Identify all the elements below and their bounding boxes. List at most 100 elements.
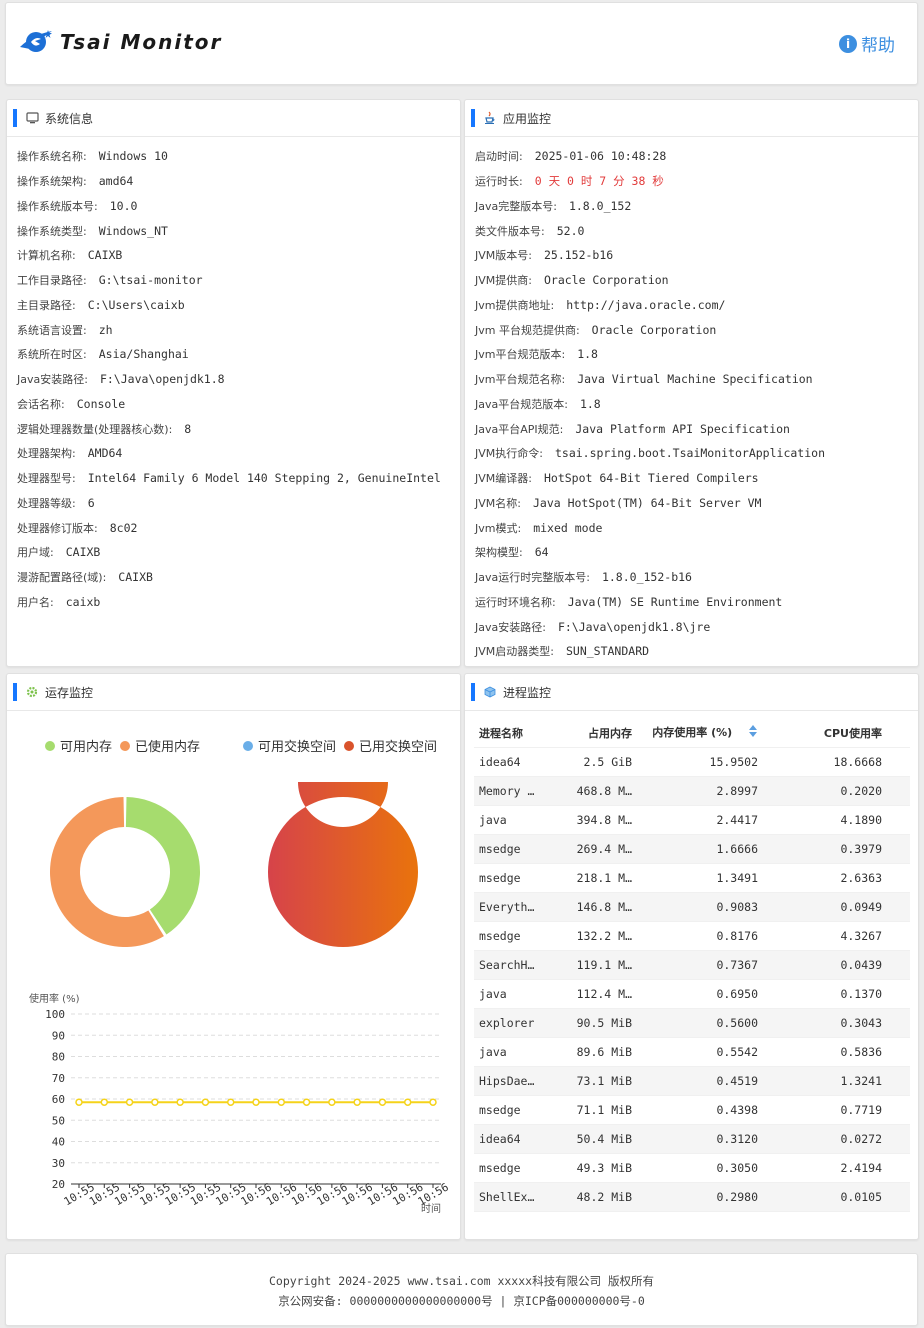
usage-line-chart[interactable]: 使用率 (%)203040506070809010010:5510:5510:5… [13, 986, 453, 1226]
info-value: F:\Java\openjdk1.8\jre [557, 619, 711, 634]
memory-cell: 146.8 M… [576, 900, 632, 914]
column-header-label: 内存使用率 (%) [652, 725, 733, 739]
info-label: 处理器型号: [17, 472, 76, 486]
info-icon: i [839, 34, 857, 53]
table-row[interactable]: SearchH… 119.1 M… 0.7367 0.0439 [474, 951, 910, 980]
help-link[interactable]: i 帮助 [839, 31, 895, 56]
info-row: 运行时长: 0 天 0 时 7 分 38 秒 [475, 169, 912, 194]
usage-point [328, 1098, 336, 1106]
info-row: 操作系统版本号: 10.0 [17, 194, 454, 219]
table-row[interactable]: msedge 71.1 MiB 0.4398 0.7719 [474, 1096, 910, 1125]
info-value: CAIXB [118, 570, 153, 585]
table-row[interactable]: explorer 90.5 MiB 0.5600 0.3043 [474, 1009, 910, 1038]
legend-label: 可用内存 [60, 740, 113, 755]
legend-item-used-swap[interactable]: 已用交换空间 [344, 736, 437, 755]
panel-title: 系统信息 [45, 111, 94, 126]
donut-slice-可用内存[interactable] [125, 797, 200, 935]
info-label: 会话名称: [17, 397, 65, 411]
legend-item-available-memory[interactable]: 可用内存 [45, 736, 112, 755]
panel-header: 进程监控 [465, 674, 918, 711]
table-row[interactable]: idea64 2.5 GiB 15.9502 18.6668 [474, 748, 910, 777]
info-value: 8c02 [109, 520, 138, 535]
info-label: 逻辑处理器数量(处理器核心数): [17, 422, 173, 436]
info-row: 操作系统架构: amd64 [17, 169, 454, 194]
usage-point [302, 1098, 311, 1106]
info-row: 处理器架构: AMD64 [17, 441, 454, 466]
info-row: 操作系统名称: Windows 10 [17, 144, 454, 169]
memory-rate-cell: 0.4519 [716, 1074, 758, 1088]
donut-slice-已用交换空间[interactable] [268, 782, 418, 947]
process-table-body[interactable]: idea64 2.5 GiB 15.9502 18.6668 Memory … 468.8… [474, 748, 910, 1213]
table-row[interactable]: msedge 132.2 M… 0.8176 4.3267 [474, 922, 910, 951]
info-row: 类文件版本号: 52.0 [475, 218, 912, 243]
memory-donut-chart[interactable] [35, 782, 215, 962]
table-row[interactable]: msedge 218.1 M… 1.3491 2.6363 [474, 864, 910, 893]
table-row[interactable]: Everyth… 146.8 M… 0.9083 0.0949 [474, 893, 910, 922]
y-tick-label: 70 [52, 1072, 65, 1085]
y-tick-label: 90 [52, 1029, 65, 1042]
info-value: Java(TM) SE Runtime Environment [567, 594, 783, 609]
table-row[interactable]: dwm44.2 MiB0.27360.8661 [474, 1212, 910, 1213]
info-label: JVM编译器: [475, 472, 532, 486]
info-value: CAIXB [87, 248, 123, 263]
system-info-panel: 系统信息 操作系统名称: Windows 10 操作系统架构: amd64 操作系统版本… [6, 99, 461, 667]
info-label: Jvm模式: [475, 521, 522, 535]
info-label: 启动时间: [475, 150, 523, 164]
icp-text[interactable]: 京公网安备: 0000000000000000000号 | 京ICP备00000… [6, 1293, 917, 1309]
memory-cell: 50.4 MiB [576, 1132, 632, 1146]
info-value: CAIXB [65, 545, 101, 560]
y-tick-label: 80 [52, 1051, 65, 1064]
cpu-rate-cell: 0.7719 [840, 1103, 882, 1117]
info-row: JVM提供商: Oracle Corporation [475, 268, 912, 293]
info-label: 处理器架构: [17, 447, 76, 461]
cube-icon [483, 685, 497, 699]
table-row[interactable]: java 394.8 M… 2.4417 4.1890 [474, 806, 910, 835]
info-value: F:\Java\openjdk1.8 [99, 372, 225, 387]
info-row: Jvm模式: mixed mode [475, 515, 912, 540]
column-header-memory[interactable]: 占用内存 [562, 725, 636, 741]
process-name-cell: java [479, 813, 507, 827]
sort-icon[interactable] [748, 724, 758, 741]
info-value: SUN_STANDARD [565, 644, 650, 659]
table-row[interactable]: Memory … 468.8 M… 2.8997 0.2020 [474, 777, 910, 806]
usage-point [201, 1098, 210, 1106]
swap-legend[interactable]: 可用交换空间 已用交换空间 [243, 736, 445, 755]
legend-item-available-swap[interactable]: 可用交换空间 [243, 736, 336, 755]
cpu-rate-cell: 0.0949 [840, 900, 882, 914]
legend-item-used-memory[interactable]: 已使用内存 [120, 736, 200, 755]
column-header-name[interactable]: 进程名称 [474, 725, 562, 741]
memory-rate-cell: 0.2980 [716, 1190, 758, 1204]
table-row[interactable]: HipsDae… 73.1 MiB 0.4519 1.3241 [474, 1067, 910, 1096]
table-row[interactable]: idea64 50.4 MiB 0.3120 0.0272 [474, 1125, 910, 1154]
memory-legend[interactable]: 可用内存 已使用内存 [45, 736, 208, 755]
info-label: 用户名: [17, 595, 54, 609]
info-label: JVM启动器类型: [475, 645, 554, 659]
info-value: 25.152-b16 [543, 248, 614, 263]
table-row[interactable]: ShellEx… 48.2 MiB 0.2980 0.0105 [474, 1183, 910, 1212]
panel-title: 运存监控 [45, 685, 94, 700]
table-row[interactable]: java 89.6 MiB 0.5542 0.5836 [474, 1038, 910, 1067]
cpu-rate-cell: 0.2020 [840, 784, 882, 798]
memory-cell: 112.4 M… [576, 987, 632, 1001]
memory-rate-cell: 0.3120 [716, 1132, 758, 1146]
process-name-cell: SearchH… [479, 958, 535, 972]
info-label: 操作系统名称: [17, 150, 87, 164]
usage-point [353, 1098, 361, 1106]
column-header-cpu[interactable]: CPU使用率 [770, 725, 910, 741]
info-row: 主目录路径: C:\Users\caixb [17, 293, 454, 318]
y-tick-label: 20 [52, 1178, 65, 1191]
info-row: 逻辑处理器数量(处理器核心数): 8 [17, 416, 454, 441]
info-label: 计算机名称: [17, 249, 76, 263]
table-row[interactable]: msedge 49.3 MiB 0.3050 2.4194 [474, 1154, 910, 1183]
memory-rate-cell: 0.4398 [716, 1103, 758, 1117]
cpu-rate-cell: 0.3979 [840, 842, 882, 856]
memory-cell: 269.4 M… [576, 842, 632, 856]
table-row[interactable]: java 112.4 M… 0.6950 0.1370 [474, 980, 910, 1009]
swap-donut-chart[interactable] [253, 782, 433, 962]
column-header-memory-rate[interactable]: 内存使用率 (%) [636, 724, 770, 742]
logo[interactable]: Tsai Monitor [18, 27, 222, 57]
legend-dot [344, 740, 355, 751]
table-row[interactable]: msedge 269.4 M… 1.6666 0.3979 [474, 835, 910, 864]
legend-dot [243, 740, 253, 751]
usage-point [125, 1098, 134, 1106]
